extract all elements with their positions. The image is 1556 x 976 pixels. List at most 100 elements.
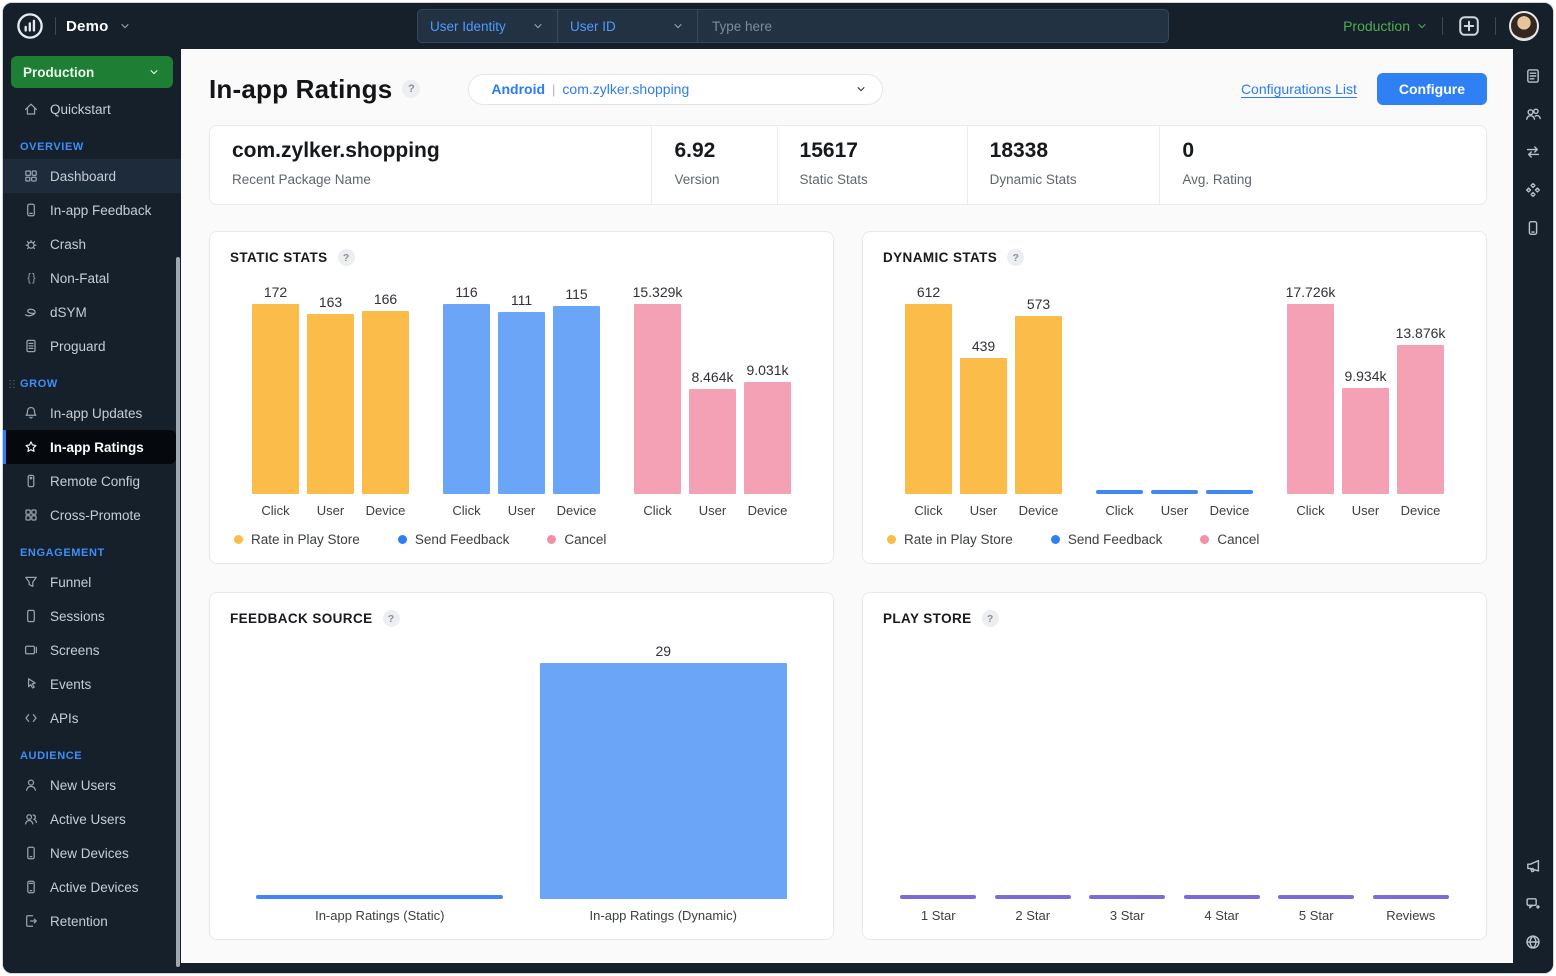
bar-cell: 573Device [1015, 280, 1062, 520]
bar[interactable] [1206, 490, 1253, 494]
bar[interactable] [540, 663, 787, 899]
bar[interactable] [1015, 316, 1062, 494]
sidebar-item-in-app-updates[interactable]: In-app Updates [3, 396, 176, 430]
bar-cell: In-app Ratings (Static) [238, 641, 522, 925]
sidebar-item-sessions[interactable]: Sessions [3, 599, 176, 633]
legend-item[interactable]: Rate in Play Store [234, 532, 360, 547]
bar[interactable] [256, 895, 503, 899]
category-label: Click [261, 503, 289, 520]
sidebar-item-active-devices[interactable]: Active Devices [3, 870, 176, 904]
search-key-dropdown[interactable]: User ID [558, 10, 698, 42]
bar[interactable] [960, 358, 1007, 494]
sidebar-item-cross-promote[interactable]: Cross-Promote [3, 498, 176, 532]
category-label: 3 Star [1110, 908, 1145, 925]
document-list-icon[interactable] [1524, 67, 1542, 85]
bar[interactable] [1151, 490, 1198, 494]
sidebar-item-remote-config[interactable]: Remote Config [3, 464, 176, 498]
sidebar-scrollbar[interactable] [176, 257, 180, 967]
bar[interactable] [1096, 490, 1143, 494]
swap-arrows-icon[interactable] [1524, 143, 1542, 161]
bar[interactable] [307, 314, 354, 494]
sidebar-item-quickstart[interactable]: Quickstart [3, 92, 176, 126]
bar[interactable] [905, 304, 952, 494]
help-icon[interactable]: ? [383, 610, 400, 627]
bar[interactable] [744, 382, 791, 494]
sidebar-item-label: Events [50, 677, 91, 692]
bar[interactable] [252, 304, 299, 494]
sidebar-item-proguard[interactable]: Proguard [3, 329, 176, 363]
sidebar-item-non-fatal[interactable]: { }Non-Fatal [3, 261, 176, 295]
sidebar-item-screens[interactable]: Screens [3, 633, 176, 667]
bar[interactable] [1184, 895, 1260, 899]
sidebar-item-label: New Users [50, 778, 116, 793]
sidebar-item-retention[interactable]: Retention [3, 904, 176, 938]
user-avatar[interactable] [1509, 11, 1539, 41]
bar[interactable] [1397, 345, 1444, 494]
bar[interactable] [1089, 895, 1165, 899]
sidebar-item-new-devices[interactable]: New Devices [3, 836, 176, 870]
drag-handle-icon[interactable] [6, 377, 18, 391]
environment-label: Production [1343, 18, 1410, 34]
search-input[interactable] [698, 10, 1168, 42]
globe-icon[interactable] [1524, 933, 1542, 951]
chevron-down-icon[interactable] [118, 19, 132, 33]
bar[interactable] [689, 389, 736, 494]
mobile-icon[interactable] [1524, 219, 1542, 237]
bar[interactable] [443, 304, 490, 494]
crash-icon [23, 236, 39, 252]
help-icon[interactable]: ? [1007, 249, 1024, 266]
legend-item[interactable]: Cancel [547, 532, 606, 547]
configurations-list-link[interactable]: Configurations List [1241, 81, 1357, 97]
category-label: Device [1210, 503, 1250, 520]
sidebar-item-funnel[interactable]: Funnel [3, 565, 176, 599]
legend-item[interactable]: Cancel [1200, 532, 1259, 547]
sidebar: Production Quickstart OVERVIEWDashboardI… [3, 49, 181, 973]
help-icon[interactable]: ? [402, 80, 420, 98]
legend-item[interactable]: Send Feedback [398, 532, 510, 547]
configure-button[interactable]: Configure [1377, 73, 1487, 105]
bar[interactable] [1373, 895, 1449, 899]
bar[interactable] [553, 306, 600, 494]
braces-icon: { } [23, 270, 39, 286]
bar-value-label: 29 [655, 643, 671, 659]
sidebar-item-in-app-ratings[interactable]: In-app Ratings [3, 430, 176, 464]
bar[interactable] [995, 895, 1071, 899]
feedback-chat-icon[interactable] [1524, 895, 1542, 913]
dynamic-stats-card: DYNAMIC STATS ? 612Click439User573Device… [862, 231, 1487, 564]
bar[interactable] [900, 895, 976, 899]
sidebar-item-events[interactable]: Events [3, 667, 176, 701]
megaphone-icon[interactable] [1524, 857, 1542, 875]
bar-cell: 17.726kClick [1287, 280, 1334, 520]
star-icon [23, 439, 39, 455]
bar[interactable] [634, 304, 681, 494]
project-name[interactable]: Demo [66, 18, 108, 35]
bell-icon [23, 405, 39, 421]
help-icon[interactable]: ? [338, 249, 355, 266]
sidebar-item-active-users[interactable]: Active Users [3, 802, 176, 836]
search-field-type-dropdown[interactable]: User Identity [418, 10, 558, 42]
bar[interactable] [1342, 388, 1389, 494]
bar[interactable] [498, 312, 545, 494]
bar[interactable] [1287, 304, 1334, 494]
sidebar-item-in-app-feedback[interactable]: In-app Feedback [3, 193, 176, 227]
app-selector-dropdown[interactable]: Android | com.zylker.shopping [468, 74, 883, 105]
bar[interactable] [1278, 895, 1354, 899]
bar[interactable] [362, 311, 409, 494]
category-label: Device [557, 503, 597, 520]
sidebar-item-crash[interactable]: Crash [3, 227, 176, 261]
users-icon [23, 811, 39, 827]
help-icon[interactable]: ? [982, 610, 999, 627]
sidebar-item-new-users[interactable]: New Users [3, 768, 176, 802]
sidebar-item-dsym[interactable]: dSYM [3, 295, 176, 329]
environment-dropdown[interactable]: Production [1343, 18, 1429, 34]
dynamic-stats-bar-chart: 612Click439User573DeviceClickUserDevice1… [883, 280, 1466, 520]
sidebar-item-dashboard[interactable]: Dashboard [3, 159, 181, 193]
add-button[interactable] [1456, 13, 1482, 39]
people-icon[interactable] [1524, 105, 1542, 123]
funnel-icon [23, 574, 39, 590]
sidebar-environment-dropdown[interactable]: Production [11, 56, 173, 88]
integrations-icon[interactable] [1524, 181, 1542, 199]
legend-item[interactable]: Send Feedback [1051, 532, 1163, 547]
legend-item[interactable]: Rate in Play Store [887, 532, 1013, 547]
sidebar-item-apis[interactable]: APIs [3, 701, 176, 735]
